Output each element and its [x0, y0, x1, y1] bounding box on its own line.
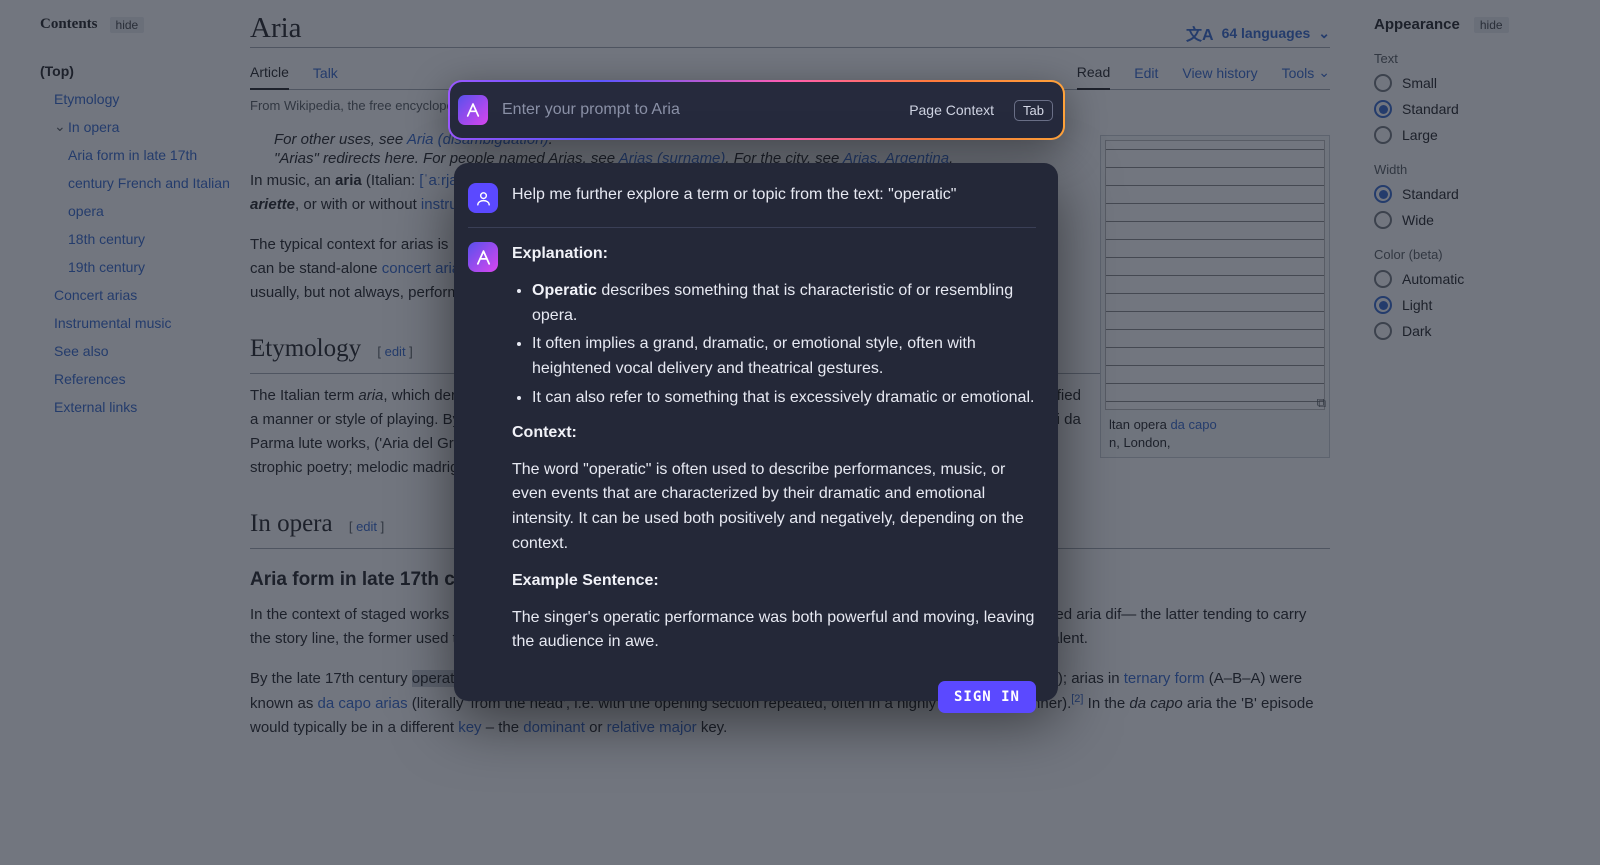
- aria-message-row: Explanation: Operatic describes somethin…: [468, 227, 1036, 681]
- explanation-list: Operatic describes something that is cha…: [512, 279, 1036, 411]
- user-message-text: Help me further explore a term or topic …: [512, 183, 1036, 213]
- context-heading: Context:: [512, 424, 577, 441]
- sign-in-button[interactable]: SIGN IN: [938, 681, 1036, 713]
- explanation-bullet: It can also refer to something that is e…: [532, 386, 1036, 411]
- aria-avatar-icon: [468, 242, 498, 272]
- tab-key-hint[interactable]: Tab: [1014, 100, 1053, 121]
- aria-response-panel: Help me further explore a term or topic …: [454, 163, 1058, 701]
- aria-logo-icon: [458, 95, 488, 125]
- example-body: The singer's operatic performance was bo…: [512, 606, 1036, 656]
- user-avatar-icon: [468, 183, 498, 213]
- page-context-label: Page Context: [909, 102, 994, 118]
- context-body: The word "operatic" is often used to des…: [512, 458, 1036, 557]
- explanation-bullet: Operatic describes something that is cha…: [532, 279, 1036, 329]
- aria-message-body: Explanation: Operatic describes somethin…: [512, 242, 1036, 667]
- aria-prompt-bar: Page Context Tab: [448, 80, 1065, 140]
- explanation-bullet: It often implies a grand, dramatic, or e…: [532, 332, 1036, 382]
- aria-prompt-input[interactable]: [500, 100, 897, 120]
- user-message-row: Help me further explore a term or topic …: [468, 179, 1036, 227]
- example-heading: Example Sentence:: [512, 572, 659, 589]
- explanation-heading: Explanation:: [512, 245, 608, 262]
